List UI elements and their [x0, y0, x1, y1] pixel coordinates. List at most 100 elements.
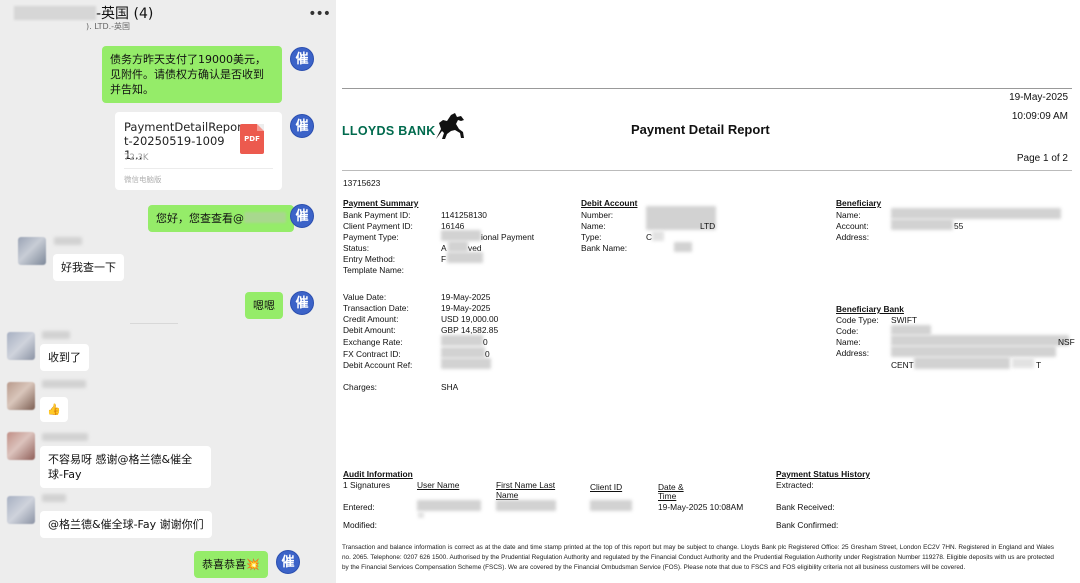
value-date-value: 19-May-2025 — [441, 292, 491, 302]
file-size: 72.3K — [124, 153, 149, 163]
beneficiary-heading: Beneficiary — [836, 198, 882, 208]
report-time: 10:09:09 AM — [1011, 111, 1068, 122]
label-code: Code: — [836, 326, 859, 336]
more-icon[interactable]: ••• — [308, 6, 331, 22]
my-avatar[interactable]: 催 — [290, 114, 314, 138]
column-first-last-name: First Name Last — [496, 480, 556, 490]
entered-datetime-value: 19-May-2025 10:08AM — [658, 502, 744, 512]
message-bubble-incoming[interactable]: 好我查一下 — [53, 254, 124, 281]
bank-payment-id-value: 1141258130 — [441, 210, 487, 220]
pdf-file-icon: PDF — [240, 124, 264, 154]
my-avatar[interactable]: 催 — [290, 291, 314, 315]
redacted-field — [891, 219, 953, 230]
file-message-card[interactable]: PaymentDetailReport-20250519-10091... PD… — [115, 112, 282, 190]
redacted-field — [441, 347, 485, 358]
top-rule — [342, 88, 1072, 89]
bank-name-tail: NSF — [1058, 337, 1075, 347]
chat-title-text: -英国 (4) — [96, 6, 154, 22]
divider — [124, 168, 273, 169]
contact-avatar[interactable] — [7, 496, 35, 524]
redacted-field — [447, 252, 483, 263]
column-user-name: User Name — [417, 480, 460, 490]
label-code-type: Code Type: — [836, 315, 879, 325]
label-bank-payment-id: Bank Payment ID: — [343, 210, 411, 220]
chat-subtitle: ). LTD.-英国 — [86, 22, 131, 31]
label-entry-method: Entry Method: — [343, 254, 396, 264]
label-payment-type: Payment Type: — [343, 232, 399, 242]
bank-address-part2: T — [1036, 360, 1042, 370]
message-bubble-incoming[interactable]: 👍 — [40, 397, 68, 422]
message-bubble-outgoing[interactable]: 您好，您查查看@ — [148, 205, 294, 232]
divider — [130, 323, 178, 324]
report-title: Payment Detail Report — [631, 122, 770, 137]
label-debit-type: Type: — [581, 232, 602, 242]
label-bank-address: Address: — [836, 348, 870, 358]
redacted-sender-name — [42, 494, 66, 502]
label-extracted: Extracted: — [776, 480, 814, 490]
payment-type-value: ional Payment — [481, 232, 535, 242]
label-entered: Entered: — [343, 502, 375, 512]
label-debit-account-ref: Debit Account Ref: — [343, 360, 413, 370]
column-client-id: Client ID — [590, 482, 623, 492]
label-value-date: Value Date: — [343, 292, 387, 302]
message-bubble-incoming[interactable]: @格兰德&催全球-Fay 谢谢你们 — [40, 511, 212, 538]
contact-avatar[interactable] — [18, 237, 46, 265]
column-first-last-name-2: Name — [496, 490, 519, 500]
label-status: Status: — [343, 243, 370, 253]
label-debit-bank-name: Bank Name: — [581, 243, 628, 253]
payment-detail-report: 19-May-2025 10:09:09 AM LLOYDS BANK Paym… — [336, 0, 1080, 583]
label-bank-name: Name: — [836, 337, 861, 347]
chat-panel: -英国 (4) ). LTD.-英国 ••• 债务方昨天支付了19000美元，见… — [0, 0, 336, 583]
redacted-field — [448, 241, 468, 252]
contact-avatar[interactable] — [7, 432, 35, 460]
label-charges: Charges: — [343, 382, 377, 392]
redacted-sender-name — [42, 380, 86, 388]
redacted-field — [1012, 358, 1034, 368]
contact-avatar[interactable] — [7, 382, 35, 410]
redacted-field — [891, 335, 1069, 346]
label-debit-amount: Debit Amount: — [343, 325, 396, 335]
redacted-sender-name — [42, 331, 70, 339]
file-source: 微信电脑版 — [124, 175, 162, 184]
my-avatar[interactable]: 催 — [290, 204, 314, 228]
page-indicator: Page 1 of 2 — [1016, 153, 1068, 164]
debit-account-heading: Debit Account — [581, 198, 638, 208]
my-avatar[interactable]: 催 — [290, 47, 314, 71]
message-bubble-incoming[interactable]: 不容易呀 感谢@格兰德&催全球-Fay — [40, 446, 211, 488]
my-avatar[interactable]: 催 — [276, 550, 300, 574]
label-beneficiary-account: Account: — [836, 221, 869, 231]
label-bank-confirmed: Bank Confirmed: — [776, 520, 839, 530]
redacted-field — [417, 500, 481, 511]
redacted-field — [441, 335, 483, 346]
redacted-sender-name — [42, 433, 88, 441]
transaction-date-value: 19-May-2025 — [441, 303, 491, 313]
contact-avatar[interactable] — [7, 332, 35, 360]
message-bubble-outgoing[interactable]: 恭喜恭喜💥 — [194, 551, 268, 578]
label-fx-contract-id: FX Contract ID: — [343, 349, 401, 359]
message-bubble-incoming[interactable]: 收到了 — [40, 344, 89, 371]
redacted-field — [652, 231, 664, 241]
message-bubble-outgoing[interactable]: 嗯嗯 — [245, 292, 283, 319]
report-footer-disclaimer: Transaction and balance information is c… — [342, 544, 1054, 571]
header-rule — [342, 170, 1072, 171]
label-modified: Modified: — [343, 520, 377, 530]
black-horse-logo-icon — [436, 113, 464, 139]
label-template-name: Template Name: — [343, 265, 404, 275]
code-type-value: SWIFT — [891, 315, 918, 325]
message-bubble-outgoing[interactable]: 债务方昨天支付了19000美元，见附件。请债权方确认是否收到并告知。 — [102, 46, 282, 103]
redacted-field — [418, 512, 424, 518]
debit-name-tail: LTD — [700, 221, 716, 231]
report-reference-number: 13715623 — [343, 178, 381, 188]
redacted-field — [891, 325, 931, 335]
column-date-time-2: Time — [658, 491, 677, 501]
label-exchange-rate: Exchange Rate: — [343, 337, 403, 347]
redacted-mention — [244, 212, 286, 223]
chat-title[interactable]: -英国 (4) — [14, 3, 153, 23]
label-bank-received: Bank Received: — [776, 502, 835, 512]
label-debit-name: Name: — [581, 221, 606, 231]
redacted-field — [674, 242, 692, 252]
redacted-field — [891, 208, 1061, 219]
charges-value: SHA — [441, 382, 459, 392]
chat-header: -英国 (4) ). LTD.-英国 ••• — [0, 0, 336, 36]
redacted-group-name — [14, 6, 96, 20]
